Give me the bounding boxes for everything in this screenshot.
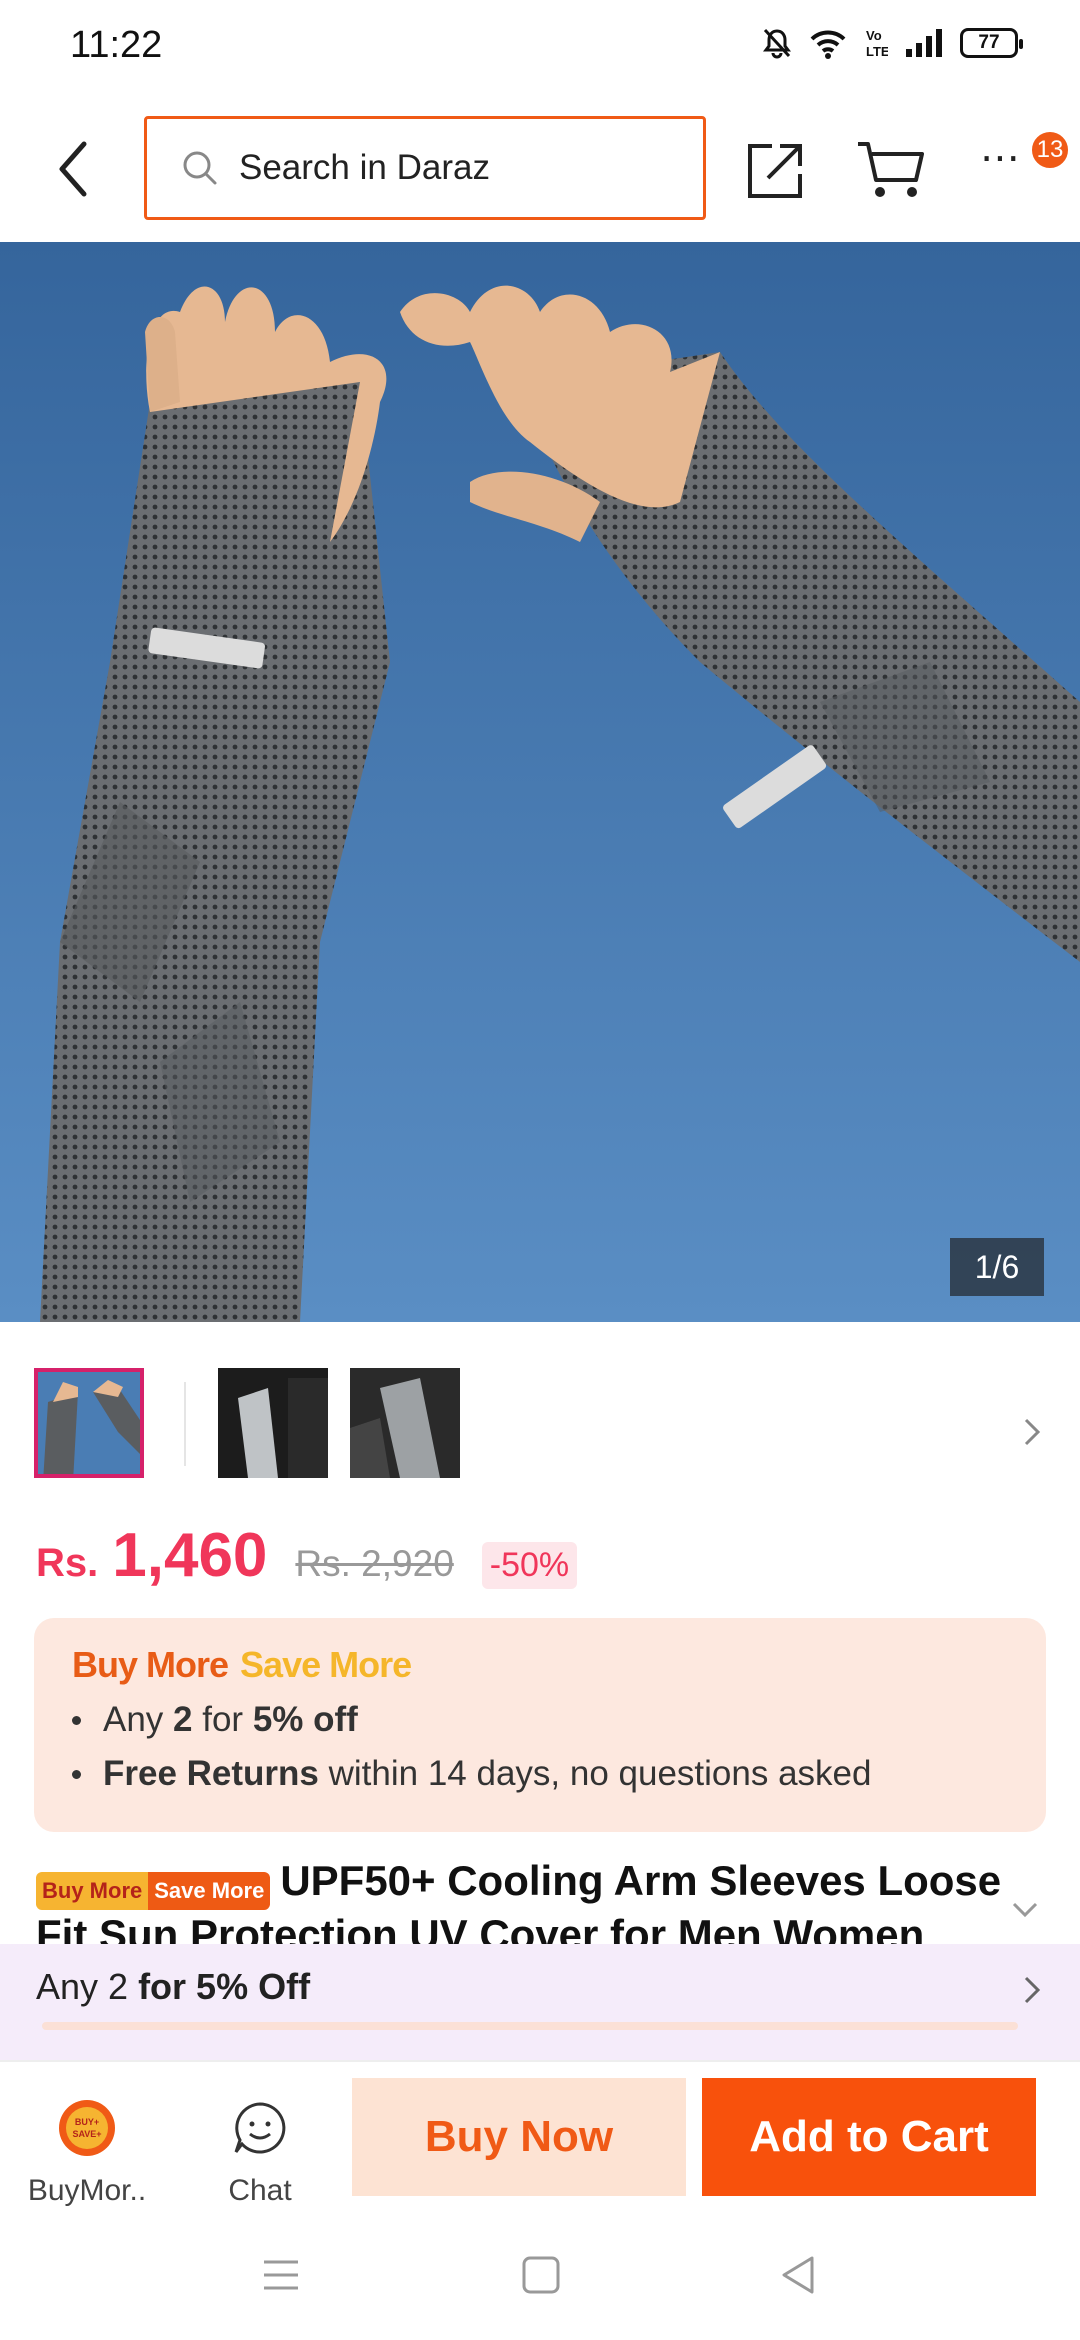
back-triangle-icon[interactable] <box>776 2252 822 2298</box>
thumbnail-image <box>38 1372 140 1474</box>
battery-icon: 77 <box>960 28 1023 58</box>
buy-more-label: BuyMor.. <box>27 2174 147 2207</box>
bullet-dot <box>72 1715 81 1725</box>
price-currency: Rs. <box>36 1541 99 1585</box>
chat-icon <box>234 2102 286 2154</box>
promo-line-2-text: Free Returns within 14 days, no question… <box>103 1754 872 1793</box>
svg-text:SAVE+: SAVE+ <box>72 2129 101 2139</box>
buy-more-save-more-tag: Buy More Save More <box>36 1871 271 1910</box>
original-price: Rs. 2,920 <box>295 1543 454 1584</box>
offer-bar-text: Any 2 for 5% Off <box>36 1966 311 2007</box>
thumbnail-1[interactable] <box>34 1368 144 1478</box>
svg-text:BUY+: BUY+ <box>75 2117 99 2127</box>
bullet-dot <box>72 1769 81 1779</box>
discount-badge: -50% <box>481 1542 578 1589</box>
back-arrow-icon[interactable] <box>44 134 104 204</box>
product-title-row: Buy More Save More UPF50+ Cooling Arm Slee… <box>36 1856 1036 1946</box>
status-icons: Vo LTE 77 <box>762 26 1023 60</box>
chevron-right-icon[interactable] <box>1016 1412 1046 1452</box>
search-placeholder: Search in Daraz <box>239 148 490 187</box>
price-row: Rs. 1,460 Rs. 2,920 -50% <box>36 1520 578 1600</box>
promo-line-1: Any 2 for 5% off <box>72 1700 1046 1740</box>
promo-line-1-text: Any 2 for 5% off <box>103 1700 358 1739</box>
chevron-right-icon <box>1024 1976 1041 2004</box>
offer-progress-line <box>42 2022 1018 2030</box>
share-icon[interactable] <box>744 138 808 202</box>
offer-bar[interactable]: Any 2 for 5% Off <box>0 1944 1080 2060</box>
home-icon[interactable] <box>518 2252 564 2298</box>
price-amount: 1,460 <box>112 1521 268 1590</box>
menu-icon[interactable] <box>258 2252 304 2298</box>
notification-badge: 13 <box>1030 130 1070 170</box>
signal-icon <box>906 29 942 57</box>
thumbnail-3[interactable] <box>350 1368 460 1478</box>
promo-title: Buy More Save More <box>72 1644 1046 1686</box>
search-input[interactable]: Search in Daraz <box>144 116 706 220</box>
chat-label: Chat <box>228 2174 292 2207</box>
buy-more-button[interactable]: BUY+ SAVE+ BuyMor.. <box>22 2098 152 2208</box>
status-bar: 11:22 Vo LTE 77 <box>0 0 1080 96</box>
cart-icon[interactable] <box>856 138 928 202</box>
system-nav-bar <box>0 2210 1080 2340</box>
buy-more-save-more-icon: BUY+ SAVE+ <box>59 2100 115 2156</box>
chevron-down-icon[interactable] <box>1010 1900 1040 1920</box>
chat-button[interactable]: Chat <box>210 2098 310 2208</box>
thumbnail-strip <box>0 1322 1080 1478</box>
wifi-icon <box>810 30 846 59</box>
thumbnail-image <box>350 1368 460 1478</box>
search-icon <box>183 151 217 185</box>
svg-text:LTE: LTE <box>866 44 888 59</box>
product-photo-arm-sleeves <box>0 242 1080 1322</box>
thumbnail-image <box>218 1368 328 1478</box>
product-page: 11:22 Vo LTE 77 Search in Daraz ⋯ 13 1/6… <box>0 0 1080 2340</box>
image-counter: 1/6 <box>950 1238 1044 1296</box>
promo-title-save-more: Save More <box>240 1644 412 1685</box>
product-main-image[interactable]: 1/6 <box>0 242 1080 1322</box>
bottom-action-bar: BUY+ SAVE+ BuyMor.. Chat Buy Now Add to C… <box>0 2060 1080 2210</box>
promo-line-2: Free Returns within 14 days, no question… <box>72 1754 1046 1794</box>
buy-more-save-more-card[interactable]: Buy More Save More Any 2 for 5% off Free … <box>34 1618 1046 1832</box>
status-time: 11:22 <box>70 24 163 66</box>
thumbnail-2[interactable] <box>218 1368 328 1478</box>
app-header: Search in Daraz ⋯ 13 <box>0 96 1080 242</box>
mute-bell-icon <box>763 28 791 59</box>
thumbnail-divider <box>184 1382 186 1466</box>
add-to-cart-button[interactable]: Add to Cart <box>702 2078 1036 2196</box>
svg-text:Vo: Vo <box>866 28 882 43</box>
buy-now-button[interactable]: Buy Now <box>352 2078 686 2196</box>
volte-icon: VoLTE <box>866 28 888 59</box>
promo-title-buy-more: Buy More <box>72 1644 229 1685</box>
